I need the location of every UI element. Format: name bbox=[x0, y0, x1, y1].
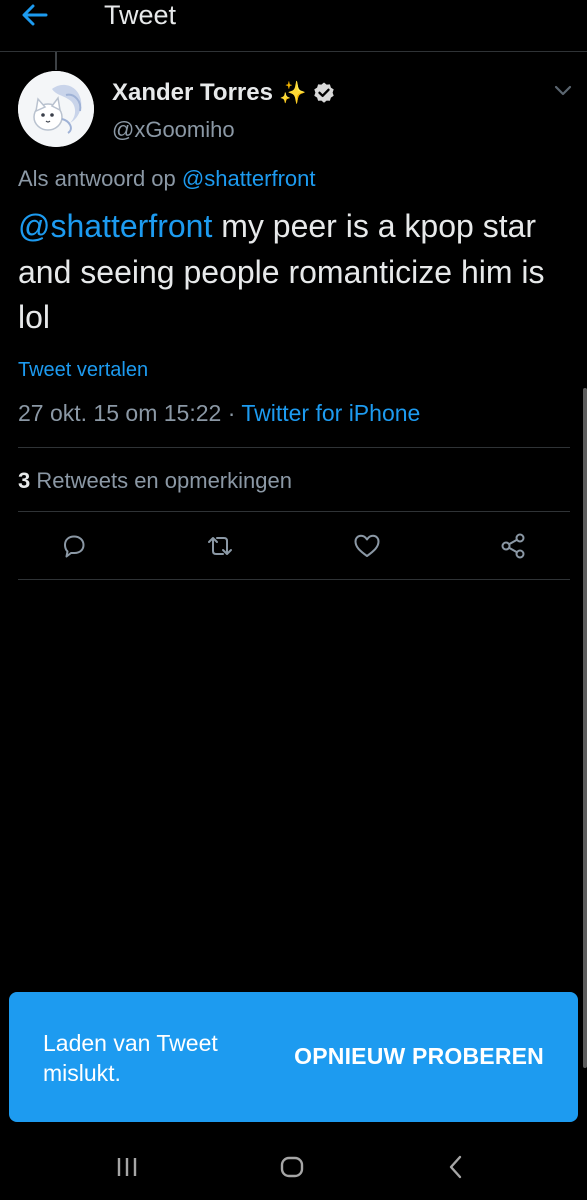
toast-message: Laden van Tweet mislukt. bbox=[43, 1030, 218, 1086]
retweet-stats[interactable]: 3 Retweets en opmerkingen bbox=[18, 468, 292, 494]
timestamp: 27 okt. 15 om 15:22 bbox=[18, 400, 222, 426]
share-button[interactable] bbox=[498, 531, 528, 561]
like-button[interactable] bbox=[352, 531, 382, 561]
system-back-button[interactable] bbox=[442, 1152, 472, 1182]
error-toast: Laden van Tweet mislukt. OPNIEUW PROBERE… bbox=[9, 992, 578, 1122]
sparkles-emoji: ✨ bbox=[278, 80, 307, 105]
retweet-count: 3 bbox=[18, 468, 31, 493]
retweet-button[interactable] bbox=[204, 531, 234, 561]
verified-icon bbox=[314, 82, 335, 103]
reply-button[interactable] bbox=[59, 531, 89, 561]
thread-connector bbox=[55, 52, 57, 70]
divider bbox=[18, 447, 570, 448]
scrollbar[interactable] bbox=[583, 388, 587, 1068]
mention-link[interactable]: @shatterfront bbox=[18, 208, 212, 244]
recents-button[interactable] bbox=[112, 1152, 142, 1182]
arrow-left-icon bbox=[22, 4, 48, 26]
divider bbox=[18, 579, 570, 580]
recents-icon bbox=[117, 1158, 137, 1176]
source-link[interactable]: Twitter for iPhone bbox=[241, 400, 420, 426]
author-handle[interactable]: @xGoomiho bbox=[112, 117, 235, 143]
retweet-icon bbox=[208, 537, 232, 555]
home-button[interactable] bbox=[277, 1152, 307, 1182]
reply-to-link[interactable]: @shatterfront bbox=[182, 166, 316, 191]
tweet-meta: 27 okt. 15 om 15:22 · Twitter for iPhone bbox=[18, 400, 420, 427]
avatar-image bbox=[18, 71, 94, 147]
reply-icon bbox=[64, 535, 85, 558]
meta-separator: · bbox=[221, 400, 242, 426]
reply-context: Als antwoord op @shatterfront bbox=[18, 166, 316, 192]
translate-link[interactable]: Tweet vertalen bbox=[18, 359, 148, 382]
chevron-down-icon[interactable] bbox=[553, 84, 573, 98]
heart-icon bbox=[354, 534, 380, 557]
tweet-text: @shatterfront my peer is a kpop star and… bbox=[18, 204, 573, 341]
home-icon bbox=[280, 1156, 304, 1178]
author-name-row[interactable]: Xander Torres ✨ bbox=[112, 78, 336, 108]
retweet-label: Retweets en opmerkingen bbox=[36, 468, 292, 493]
system-nav-bar bbox=[0, 1130, 587, 1200]
reply-prefix: Als antwoord op bbox=[18, 166, 176, 191]
author-name: Xander Torres bbox=[112, 79, 273, 106]
divider bbox=[18, 511, 570, 512]
back-icon bbox=[449, 1155, 462, 1179]
retry-button[interactable]: OPNIEUW PROBEREN bbox=[294, 1043, 544, 1070]
page-title: Tweet bbox=[104, 0, 177, 30]
back-button[interactable] bbox=[22, 0, 62, 30]
avatar[interactable] bbox=[18, 71, 94, 147]
share-icon bbox=[501, 533, 525, 559]
top-bar: Tweet bbox=[0, 0, 587, 52]
